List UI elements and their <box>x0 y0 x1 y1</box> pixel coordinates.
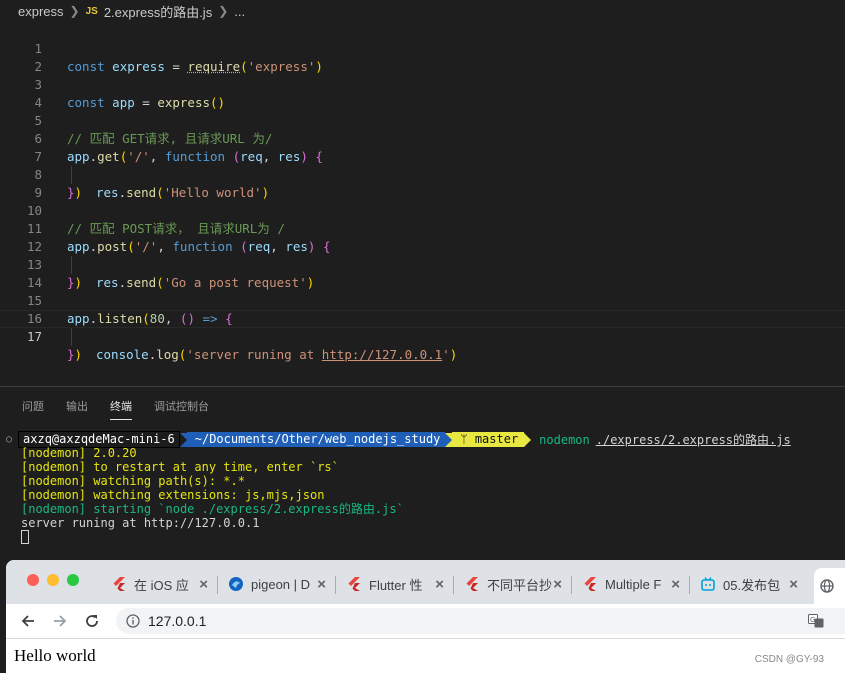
panel-tabbar: 问题 输出 终端 调试控制台 <box>0 387 845 423</box>
breadcrumb-file[interactable]: 2.express的路由.js <box>104 2 212 21</box>
svg-text:G: G <box>810 616 815 624</box>
tab-output[interactable]: 输出 <box>66 390 88 420</box>
back-button[interactable] <box>18 611 38 631</box>
code-line: 8 }) <box>0 148 845 200</box>
browser-tab[interactable]: pigeon | D × <box>229 570 326 598</box>
code-editor[interactable]: 1 const express = require('express') 2 3… <box>0 22 845 386</box>
forward-button[interactable] <box>50 611 70 631</box>
info-icon[interactable] <box>126 614 140 633</box>
code-line: 6 app.get('/', function (req, res) { <box>0 112 845 164</box>
reload-button[interactable] <box>82 611 102 631</box>
terminal-cursor <box>21 530 29 544</box>
flutter-icon <box>465 577 479 591</box>
code-line: 12 res.send('Go a post request') <box>0 220 845 290</box>
code-line: 1 const express = require('express') <box>0 22 845 74</box>
close-icon[interactable]: × <box>553 576 562 593</box>
prompt-git-branch: ᛘ master <box>452 432 525 447</box>
reload-icon <box>86 615 98 627</box>
page-content: Hello world <box>6 639 845 673</box>
terminal-command-arg[interactable]: ./express/2.express的路由.js <box>596 431 791 448</box>
bilibili-icon <box>701 577 715 591</box>
browser-tab[interactable]: Flutter 性 × <box>347 570 444 598</box>
prompt-separator-icon <box>524 432 532 447</box>
tab-problems[interactable]: 问题 <box>22 390 44 420</box>
browser-window: 在 iOS 应 × pigeon | D × Flutter 性 × 不同平台抄… <box>6 560 845 673</box>
watermark: CSDN @GY-93 <box>754 654 824 665</box>
close-icon[interactable]: × <box>789 576 798 593</box>
terminal-output-line: server runing at http://127.0.0.1 <box>21 516 260 530</box>
fullscreen-window-button[interactable] <box>67 574 79 586</box>
address-bar[interactable]: 127.0.0.1 G <box>116 608 845 634</box>
line-number: 17 <box>26 329 42 344</box>
circle-icon: ○ <box>6 434 13 445</box>
prompt-path: ~/Documents/Other/web_nodejs_study <box>186 432 446 447</box>
code-line: 4 <box>0 76 845 110</box>
code-line: 3 const app = express() <box>0 58 845 110</box>
browser-tab[interactable]: 05.发布包 × <box>701 570 798 598</box>
code-line: 10 // 匹配 POST请求， 且请求URL为 / <box>0 184 845 236</box>
code-line: 5 // 匹配 GET请求, 且请求URL 为/ <box>0 94 845 146</box>
code-line: 7 res.send('Hello world') <box>0 130 845 200</box>
chevron-right-icon: ❯ <box>69 4 80 18</box>
close-window-button[interactable] <box>27 574 39 586</box>
prompt-separator-icon <box>179 432 187 447</box>
breadcrumb-folder[interactable]: express <box>18 4 64 19</box>
code-url-link[interactable]: http://127.0.0.1 <box>322 347 442 362</box>
code-line: 11 app.post('/', function (req, res) { <box>0 202 845 254</box>
js-file-icon: JS <box>85 5 98 17</box>
code-line: 17 }) <box>0 310 845 362</box>
close-icon[interactable]: × <box>317 576 326 593</box>
browser-tab[interactable]: 不同平台抄 × <box>465 570 562 598</box>
browser-tab-title: 不同平台抄 <box>487 577 553 593</box>
code-line: 16 console.log('server runing at http://… <box>0 292 845 362</box>
browser-tab-title: 在 iOS 应 <box>134 577 189 593</box>
page-text: Hello world <box>14 646 96 665</box>
browser-tab-active[interactable] <box>814 568 845 604</box>
code-line: 14 <box>0 256 845 290</box>
close-icon[interactable]: × <box>435 576 444 593</box>
code-line: 13 }) <box>0 238 845 290</box>
close-icon[interactable]: × <box>199 576 208 593</box>
browser-tab-title: 05.发布包 <box>723 577 781 593</box>
terminal-output-line: [nodemon] starting `node ./express/2.exp… <box>21 502 404 516</box>
arrow-right-icon <box>54 615 67 627</box>
terminal-output-line: [nodemon] watching path(s): *.* <box>21 474 245 488</box>
breadcrumb: express ❯ JS 2.express的路由.js ❯ ... <box>0 0 845 22</box>
code-line: 2 <box>0 40 845 74</box>
browser-tab-title: Flutter 性 <box>369 577 423 593</box>
close-icon[interactable]: × <box>671 576 680 593</box>
terminal-output-line: [nodemon] 2.0.20 <box>21 446 137 460</box>
address-text[interactable]: 127.0.0.1 <box>148 608 206 634</box>
browser-tab-title: pigeon | D <box>251 576 311 592</box>
flutter-icon <box>347 577 361 591</box>
tab-terminal[interactable]: 终端 <box>110 390 132 420</box>
arrow-left-icon <box>21 615 34 627</box>
terminal-output-line: [nodemon] watching extensions: js,mjs,js… <box>21 488 325 502</box>
globe-icon <box>820 579 834 593</box>
chevron-right-icon: ❯ <box>218 4 229 18</box>
terminal-command: nodemon <box>539 432 590 447</box>
minimize-window-button[interactable] <box>47 574 59 586</box>
code-line: 9 <box>0 166 845 200</box>
terminal-output-line: [nodemon] to restart at any time, enter … <box>21 460 339 474</box>
browser-tab-title: Multiple F <box>605 576 662 592</box>
breadcrumb-symbols[interactable]: ... <box>234 4 245 19</box>
terminal[interactable]: ○ axzq@axzqdeMac-mini-6 ~/Documents/Othe… <box>0 423 845 558</box>
flutter-icon <box>112 577 126 591</box>
prompt-separator-icon <box>445 432 453 447</box>
browser-toolbar: 127.0.0.1 G <box>6 604 845 639</box>
browser-tab[interactable]: 在 iOS 应 × <box>112 570 208 598</box>
pigeon-icon <box>229 577 243 591</box>
flutter-icon <box>583 577 597 591</box>
browser-tabbar: 在 iOS 应 × pigeon | D × Flutter 性 × 不同平台抄… <box>6 560 845 604</box>
tab-debug-console[interactable]: 调试控制台 <box>154 390 209 420</box>
browser-tab[interactable]: Multiple F × <box>583 570 680 598</box>
code-line: 15 app.listen(80, () => { <box>0 274 845 326</box>
translate-icon[interactable]: G <box>808 614 824 633</box>
terminal-prompt: ○ axzq@axzqdeMac-mini-6 ~/Documents/Othe… <box>6 431 791 448</box>
